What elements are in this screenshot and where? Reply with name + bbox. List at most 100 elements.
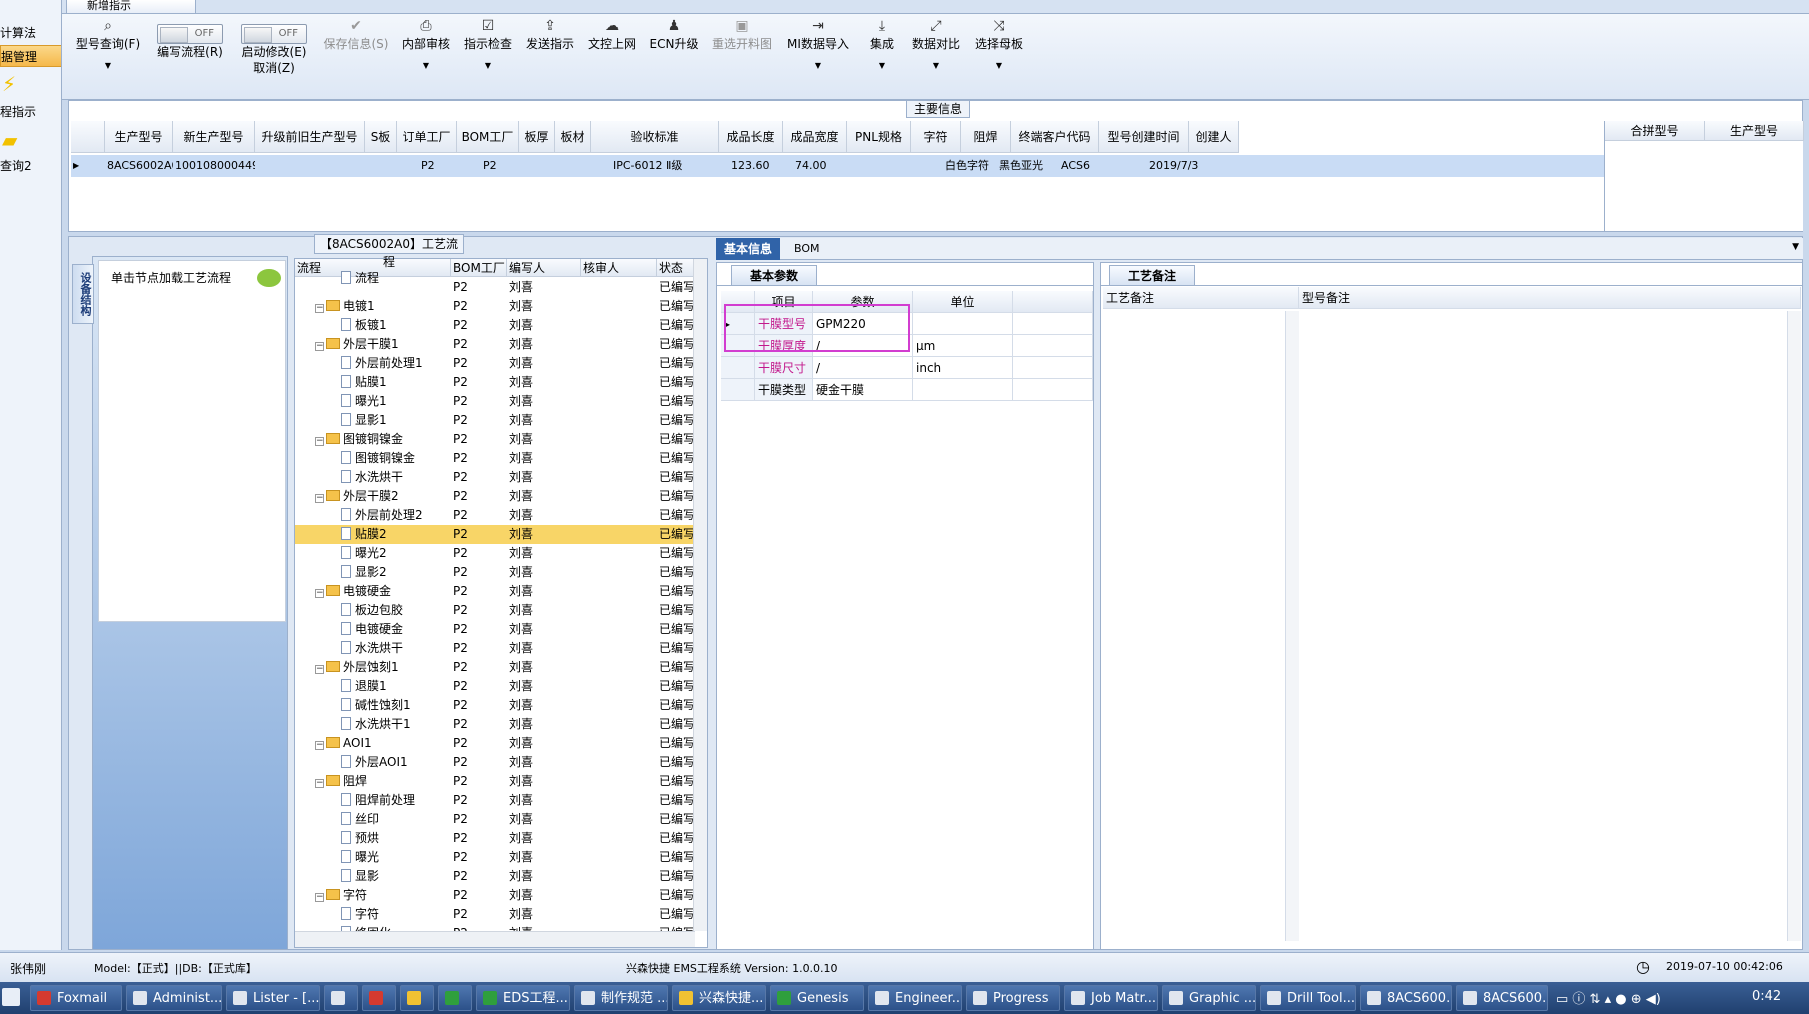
cell-bom-factory[interactable]: P2 bbox=[453, 392, 507, 411]
col-header[interactable]: 成品宽度 bbox=[783, 121, 847, 153]
cell-bom-factory[interactable]: P2 bbox=[453, 886, 507, 905]
remark-vertical-scrollbar[interactable] bbox=[1285, 311, 1299, 941]
tree-row[interactable]: 丝印 P2 刘喜 已编写 bbox=[295, 810, 695, 829]
col-header[interactable]: 验收标准 bbox=[591, 121, 719, 153]
cell-writer[interactable]: 刘喜 bbox=[509, 354, 581, 373]
tree-row[interactable]: − 外层干膜1 P2 刘喜 已编写 bbox=[295, 335, 695, 354]
tree-node-name[interactable]: − AOI1 bbox=[315, 734, 451, 753]
col-header[interactable]: S板 bbox=[365, 121, 397, 153]
cell-bom-factory[interactable]: P2 bbox=[453, 639, 507, 658]
tree-row[interactable]: 流程 P2 刘喜 已编写 bbox=[295, 271, 695, 297]
taskbar-item[interactable]: Job Matr... bbox=[1064, 985, 1158, 1011]
cell-writer[interactable]: 刘喜 bbox=[509, 810, 581, 829]
col-header[interactable]: 型号创建时间 bbox=[1099, 121, 1189, 153]
col-header[interactable]: 订单工厂 bbox=[397, 121, 457, 153]
taskbar-item[interactable]: 制作规范 ... bbox=[574, 985, 668, 1011]
integrate-button[interactable]: ⤓ 集成 ▼ bbox=[860, 16, 904, 96]
chevron-down-icon[interactable]: ▼ bbox=[908, 60, 964, 72]
cell-writer[interactable]: 刘喜 bbox=[509, 734, 581, 753]
collapse-icon[interactable]: − bbox=[315, 342, 324, 351]
tree-row[interactable]: − 图镀铜镍金 P2 刘喜 已编写 bbox=[295, 430, 695, 449]
write-flow-toggle[interactable]: OFF 编写流程(R) bbox=[150, 16, 230, 96]
cell-writer[interactable]: 刘喜 bbox=[509, 411, 581, 430]
cell-writer[interactable]: 刘喜 bbox=[509, 696, 581, 715]
tree-row[interactable]: − 外层蚀刻1 P2 刘喜 已编写 bbox=[295, 658, 695, 677]
cell-bom-factory[interactable]: P2 bbox=[453, 905, 507, 924]
cell-bom-factory[interactable]: P2 bbox=[453, 411, 507, 430]
start-edit-toggle[interactable]: OFF 启动修改(E) 取消(Z) bbox=[234, 16, 314, 96]
tab-basic-info[interactable]: 基本信息 bbox=[716, 238, 781, 260]
tree-row[interactable]: 曝光 P2 刘喜 已编写 bbox=[295, 848, 695, 867]
cell-writer[interactable]: 刘喜 bbox=[509, 278, 581, 297]
cell-bom-factory[interactable]: P2 bbox=[453, 373, 507, 392]
cell-writer[interactable]: 刘喜 bbox=[509, 658, 581, 677]
cell-bom-factory[interactable]: P2 bbox=[453, 449, 507, 468]
col-header[interactable]: 单位 bbox=[913, 291, 1013, 313]
cell-bom-factory[interactable]: P2 bbox=[453, 335, 507, 354]
cell-writer[interactable]: 刘喜 bbox=[509, 506, 581, 525]
cell-writer[interactable]: 刘喜 bbox=[509, 886, 581, 905]
tree-node-name[interactable]: 显影1 bbox=[341, 411, 451, 430]
cell-bom-factory[interactable]: P2 bbox=[453, 734, 507, 753]
col-header[interactable]: 升级前旧生产型号 bbox=[255, 121, 365, 153]
collapse-icon[interactable]: − bbox=[315, 741, 324, 750]
taskbar-item[interactable] bbox=[438, 985, 472, 1011]
cell-bom-factory[interactable]: P2 bbox=[453, 677, 507, 696]
tree-node-name[interactable]: 丝印 bbox=[341, 810, 451, 829]
cell-writer[interactable]: 刘喜 bbox=[509, 297, 581, 316]
tree-row[interactable]: 水洗烘干1 P2 刘喜 已编写 bbox=[295, 715, 695, 734]
col-header[interactable]: 新生产型号 bbox=[173, 121, 255, 153]
tree-node-name[interactable]: − 电镀硬金 bbox=[315, 582, 451, 601]
cell-writer[interactable]: 刘喜 bbox=[509, 791, 581, 810]
cell-bom-factory[interactable]: P2 bbox=[453, 696, 507, 715]
col-header[interactable]: 板厚 bbox=[519, 121, 555, 153]
tree-node-name[interactable]: 显影 bbox=[341, 867, 451, 886]
data-compare-button[interactable]: ⤢ 数据对比 ▼ bbox=[908, 16, 964, 96]
cell-bom-factory[interactable]: P2 bbox=[453, 354, 507, 373]
tree-node-name[interactable]: − 外层干膜2 bbox=[315, 487, 451, 506]
taskbar-item[interactable]: Drill Tool... bbox=[1260, 985, 1356, 1011]
param-unit-cell[interactable] bbox=[913, 379, 1013, 401]
tree-row[interactable]: − 外层干膜2 P2 刘喜 已编写 bbox=[295, 487, 695, 506]
horizontal-scrollbar[interactable] bbox=[295, 931, 695, 947]
cell-bom-factory[interactable]: P2 bbox=[453, 297, 507, 316]
taskbar-item[interactable] bbox=[400, 985, 434, 1011]
tree-node-name[interactable]: 板边包胶 bbox=[341, 601, 451, 620]
cell-writer[interactable]: 刘喜 bbox=[509, 848, 581, 867]
tree-node-name[interactable]: 曝光1 bbox=[341, 392, 451, 411]
tree-node-name[interactable]: − 电镀1 bbox=[315, 297, 451, 316]
cell-bom-factory[interactable]: P2 bbox=[453, 563, 507, 582]
tree-row[interactable]: − 阻焊 P2 刘喜 已编写 bbox=[295, 772, 695, 791]
cell-acceptance-std[interactable]: IPC-6012 Ⅱ级 bbox=[611, 155, 739, 177]
tree-node-name[interactable]: 图镀铜镍金 bbox=[341, 449, 451, 468]
tree-node-name[interactable]: − 外层干膜1 bbox=[315, 335, 451, 354]
col-header[interactable]: 生产型号 bbox=[1705, 121, 1804, 141]
cell-writer[interactable]: 刘喜 bbox=[509, 601, 581, 620]
cell-bom-factory[interactable]: P2 bbox=[453, 582, 507, 601]
tree-node-name[interactable]: 外层前处理2 bbox=[341, 506, 451, 525]
collapse-icon[interactable]: − bbox=[315, 779, 324, 788]
tree-node-name[interactable]: 退膜1 bbox=[341, 677, 451, 696]
tree-node-name[interactable]: 预烘 bbox=[341, 829, 451, 848]
tree-node-name[interactable]: 显影2 bbox=[341, 563, 451, 582]
vertical-scrollbar[interactable] bbox=[693, 259, 707, 931]
tree-node-name[interactable]: 流程 bbox=[341, 269, 451, 288]
tab-new-instruction[interactable]: 新增指示 bbox=[66, 0, 196, 14]
taskbar-item[interactable]: Lister - [... bbox=[226, 985, 320, 1011]
cell-writer[interactable]: 刘喜 bbox=[509, 715, 581, 734]
cell-writer[interactable]: 刘喜 bbox=[509, 620, 581, 639]
cell-writer[interactable]: 刘喜 bbox=[509, 563, 581, 582]
chevron-down-icon[interactable]: ▼ bbox=[860, 60, 904, 72]
cell-writer[interactable]: 刘喜 bbox=[509, 392, 581, 411]
tree-node-name[interactable]: 外层前处理1 bbox=[341, 354, 451, 373]
cell-writer[interactable]: 刘喜 bbox=[509, 449, 581, 468]
cell-width[interactable]: 74.00 bbox=[793, 155, 857, 177]
nav-item-data-manage[interactable]: 据管理 bbox=[0, 45, 61, 67]
cell-bom-factory[interactable]: P2 bbox=[453, 525, 507, 544]
tree-row[interactable]: 外层前处理2 P2 刘喜 已编写 bbox=[295, 506, 695, 525]
tree-node-name[interactable]: 水洗烘干 bbox=[341, 639, 451, 658]
cell-model-no[interactable]: 8ACS6002A0 bbox=[105, 155, 173, 177]
select-master-board-button[interactable]: ⤨ 选择母板 ▼ bbox=[968, 16, 1030, 96]
cell-writer[interactable]: 刘喜 bbox=[509, 772, 581, 791]
col-header[interactable]: PNL规格 bbox=[847, 121, 911, 153]
